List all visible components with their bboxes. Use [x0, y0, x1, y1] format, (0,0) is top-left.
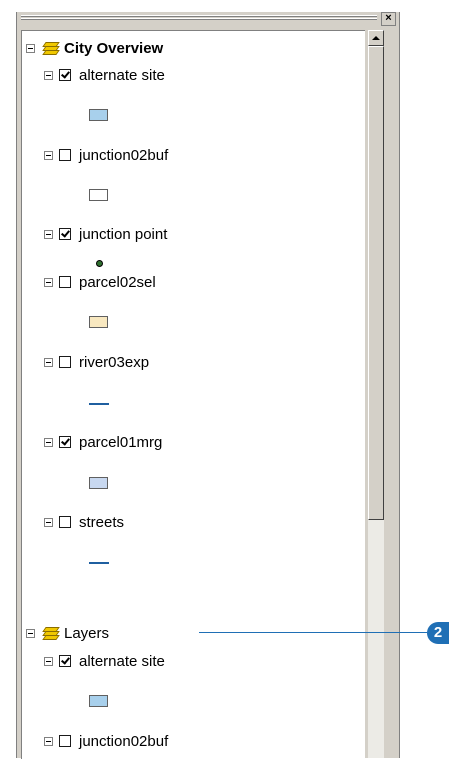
group-title: Layers — [64, 624, 110, 642]
group-title: City Overview — [64, 39, 164, 57]
layer-row[interactable]: junction02buf — [44, 146, 168, 164]
collapse-icon[interactable] — [44, 517, 53, 527]
collapse-icon[interactable] — [44, 736, 53, 746]
layer-label: junction point — [79, 225, 168, 243]
layer-label: junction02buf — [79, 732, 169, 750]
visibility-checkbox[interactable] — [59, 436, 71, 448]
line-symbol[interactable] — [89, 562, 109, 564]
layer-row[interactable]: parcel02sel — [44, 273, 156, 291]
layer-row[interactable]: junction02buf — [44, 732, 168, 750]
visibility-checkbox[interactable] — [59, 516, 71, 528]
polygon-symbol[interactable] — [89, 189, 108, 201]
drag-grip[interactable] — [21, 15, 377, 16]
layer-label: junction02buf — [79, 146, 169, 164]
visibility-checkbox[interactable] — [59, 655, 71, 667]
layer-row[interactable]: river03exp — [44, 353, 149, 371]
close-button[interactable]: × — [381, 12, 396, 26]
layer-row[interactable]: parcel01mrg — [44, 433, 162, 451]
layer-row[interactable]: alternate site — [44, 66, 165, 84]
scroll-up-button[interactable] — [368, 30, 384, 46]
layer-label: alternate site — [79, 66, 165, 84]
visibility-checkbox[interactable] — [59, 276, 71, 288]
line-symbol[interactable] — [89, 403, 109, 405]
window-titlebar[interactable]: × — [17, 12, 399, 26]
collapse-icon[interactable] — [44, 70, 53, 80]
layer-label: streets — [79, 513, 125, 531]
visibility-checkbox[interactable] — [59, 69, 71, 81]
scroll-thumb[interactable] — [368, 46, 384, 520]
layers-icon — [41, 626, 60, 640]
polygon-symbol[interactable] — [89, 477, 108, 489]
group-row-city-overview[interactable]: City Overview — [26, 39, 163, 57]
collapse-icon[interactable] — [26, 43, 35, 53]
collapse-icon[interactable] — [44, 437, 53, 447]
visibility-checkbox[interactable] — [59, 735, 71, 747]
layer-row[interactable]: streets — [44, 513, 124, 531]
point-symbol[interactable] — [96, 260, 103, 267]
group-row-layers[interactable]: Layers — [26, 624, 109, 642]
layer-label: parcel02sel — [79, 273, 156, 291]
layer-label: river03exp — [79, 353, 150, 371]
collapse-icon[interactable] — [44, 229, 53, 239]
collapse-icon[interactable] — [26, 628, 35, 638]
collapse-icon[interactable] — [44, 357, 53, 367]
vertical-scrollbar[interactable] — [368, 30, 384, 758]
layer-label: parcel01mrg — [79, 433, 163, 451]
layer-label: alternate site — [79, 652, 165, 670]
callout-marker: 2 — [427, 622, 449, 644]
collapse-icon[interactable] — [44, 277, 53, 287]
layer-row[interactable]: alternate site — [44, 652, 165, 670]
layers-icon — [41, 41, 60, 55]
collapse-icon[interactable] — [44, 656, 53, 666]
polygon-symbol[interactable] — [89, 109, 108, 121]
polygon-symbol[interactable] — [89, 316, 108, 328]
visibility-checkbox[interactable] — [59, 356, 71, 368]
visibility-checkbox[interactable] — [59, 228, 71, 240]
layer-tree: City Overview alternate site junction02b… — [21, 30, 365, 759]
layer-row[interactable]: junction point — [44, 225, 167, 243]
collapse-icon[interactable] — [44, 150, 53, 160]
polygon-symbol[interactable] — [89, 695, 108, 707]
callout-leader-line — [199, 632, 427, 633]
visibility-checkbox[interactable] — [59, 149, 71, 161]
